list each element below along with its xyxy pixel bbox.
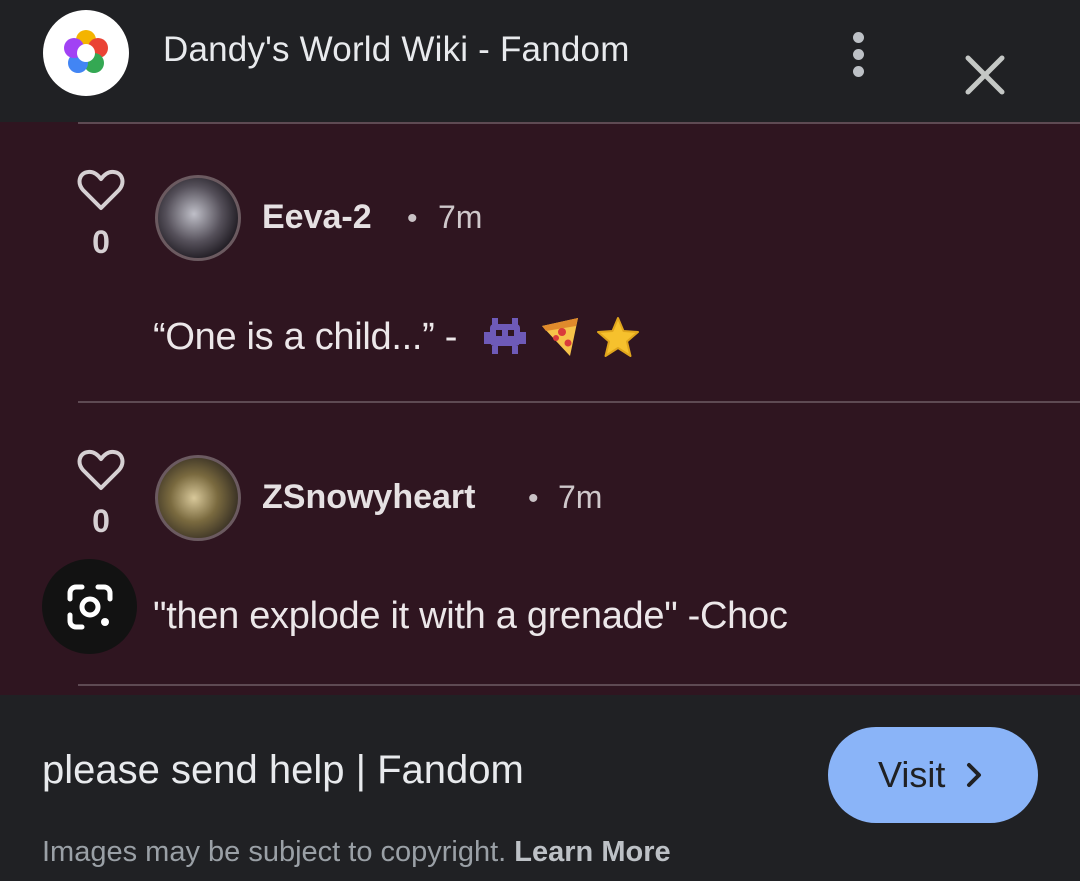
avatar[interactable]	[155, 455, 241, 541]
comment-time: 7m	[558, 479, 603, 515]
divider	[78, 122, 1080, 124]
site-logo[interactable]	[43, 10, 129, 96]
more-vert-icon-dot	[853, 66, 864, 77]
visit-label: Visit	[878, 754, 946, 795]
more-vert-icon-dot	[853, 49, 864, 60]
separator-dot: •	[528, 482, 539, 515]
learn-more-link[interactable]: Learn More	[514, 836, 670, 868]
divider	[78, 684, 1080, 686]
avatar[interactable]	[155, 175, 241, 261]
more-options-button[interactable]	[838, 28, 880, 80]
close-icon	[965, 55, 1005, 95]
comment-text: “One is a child...” -	[153, 316, 458, 358]
visit-button[interactable]: Visit	[828, 727, 1038, 823]
chevron-right-icon	[967, 763, 981, 787]
fandom-flower-logo-icon	[64, 30, 108, 73]
header-bar: Dandy's World Wiki - Fandom	[0, 0, 1080, 122]
close-button[interactable]	[960, 50, 1010, 100]
like-count: 0	[92, 224, 110, 260]
separator-dot: •	[407, 202, 418, 235]
result-footer: please send help | Fandom Visit Images m…	[0, 695, 1080, 881]
comment-username[interactable]: Eeva-2	[262, 198, 372, 237]
copyright-text: Images may be subject to copyright.	[42, 836, 507, 868]
comment-text: "then explode it with a grenade" -Choc	[153, 595, 788, 637]
lens-search-button[interactable]	[42, 559, 137, 654]
heart-icon[interactable]	[77, 168, 125, 212]
page-title[interactable]: please send help | Fandom	[42, 748, 524, 793]
site-title: Dandy's World Wiki - Fandom	[163, 30, 630, 69]
google-lens-icon	[67, 584, 113, 630]
heart-icon[interactable]	[77, 448, 125, 492]
alien-monster-emoji	[484, 318, 526, 354]
copyright-notice: Images may be subject to copyright. Lear…	[42, 836, 671, 869]
like-count: 0	[92, 503, 110, 539]
preview-image[interactable]: 0 Eeva-2 • 7m “One is a child...” - 0 ZS…	[0, 122, 1080, 695]
star-emoji	[597, 317, 639, 357]
divider	[78, 401, 1080, 403]
comment-username[interactable]: ZSnowyheart	[262, 478, 475, 517]
comment-time: 7m	[438, 199, 483, 235]
more-vert-icon	[853, 32, 864, 43]
pizza-emoji	[542, 318, 578, 356]
